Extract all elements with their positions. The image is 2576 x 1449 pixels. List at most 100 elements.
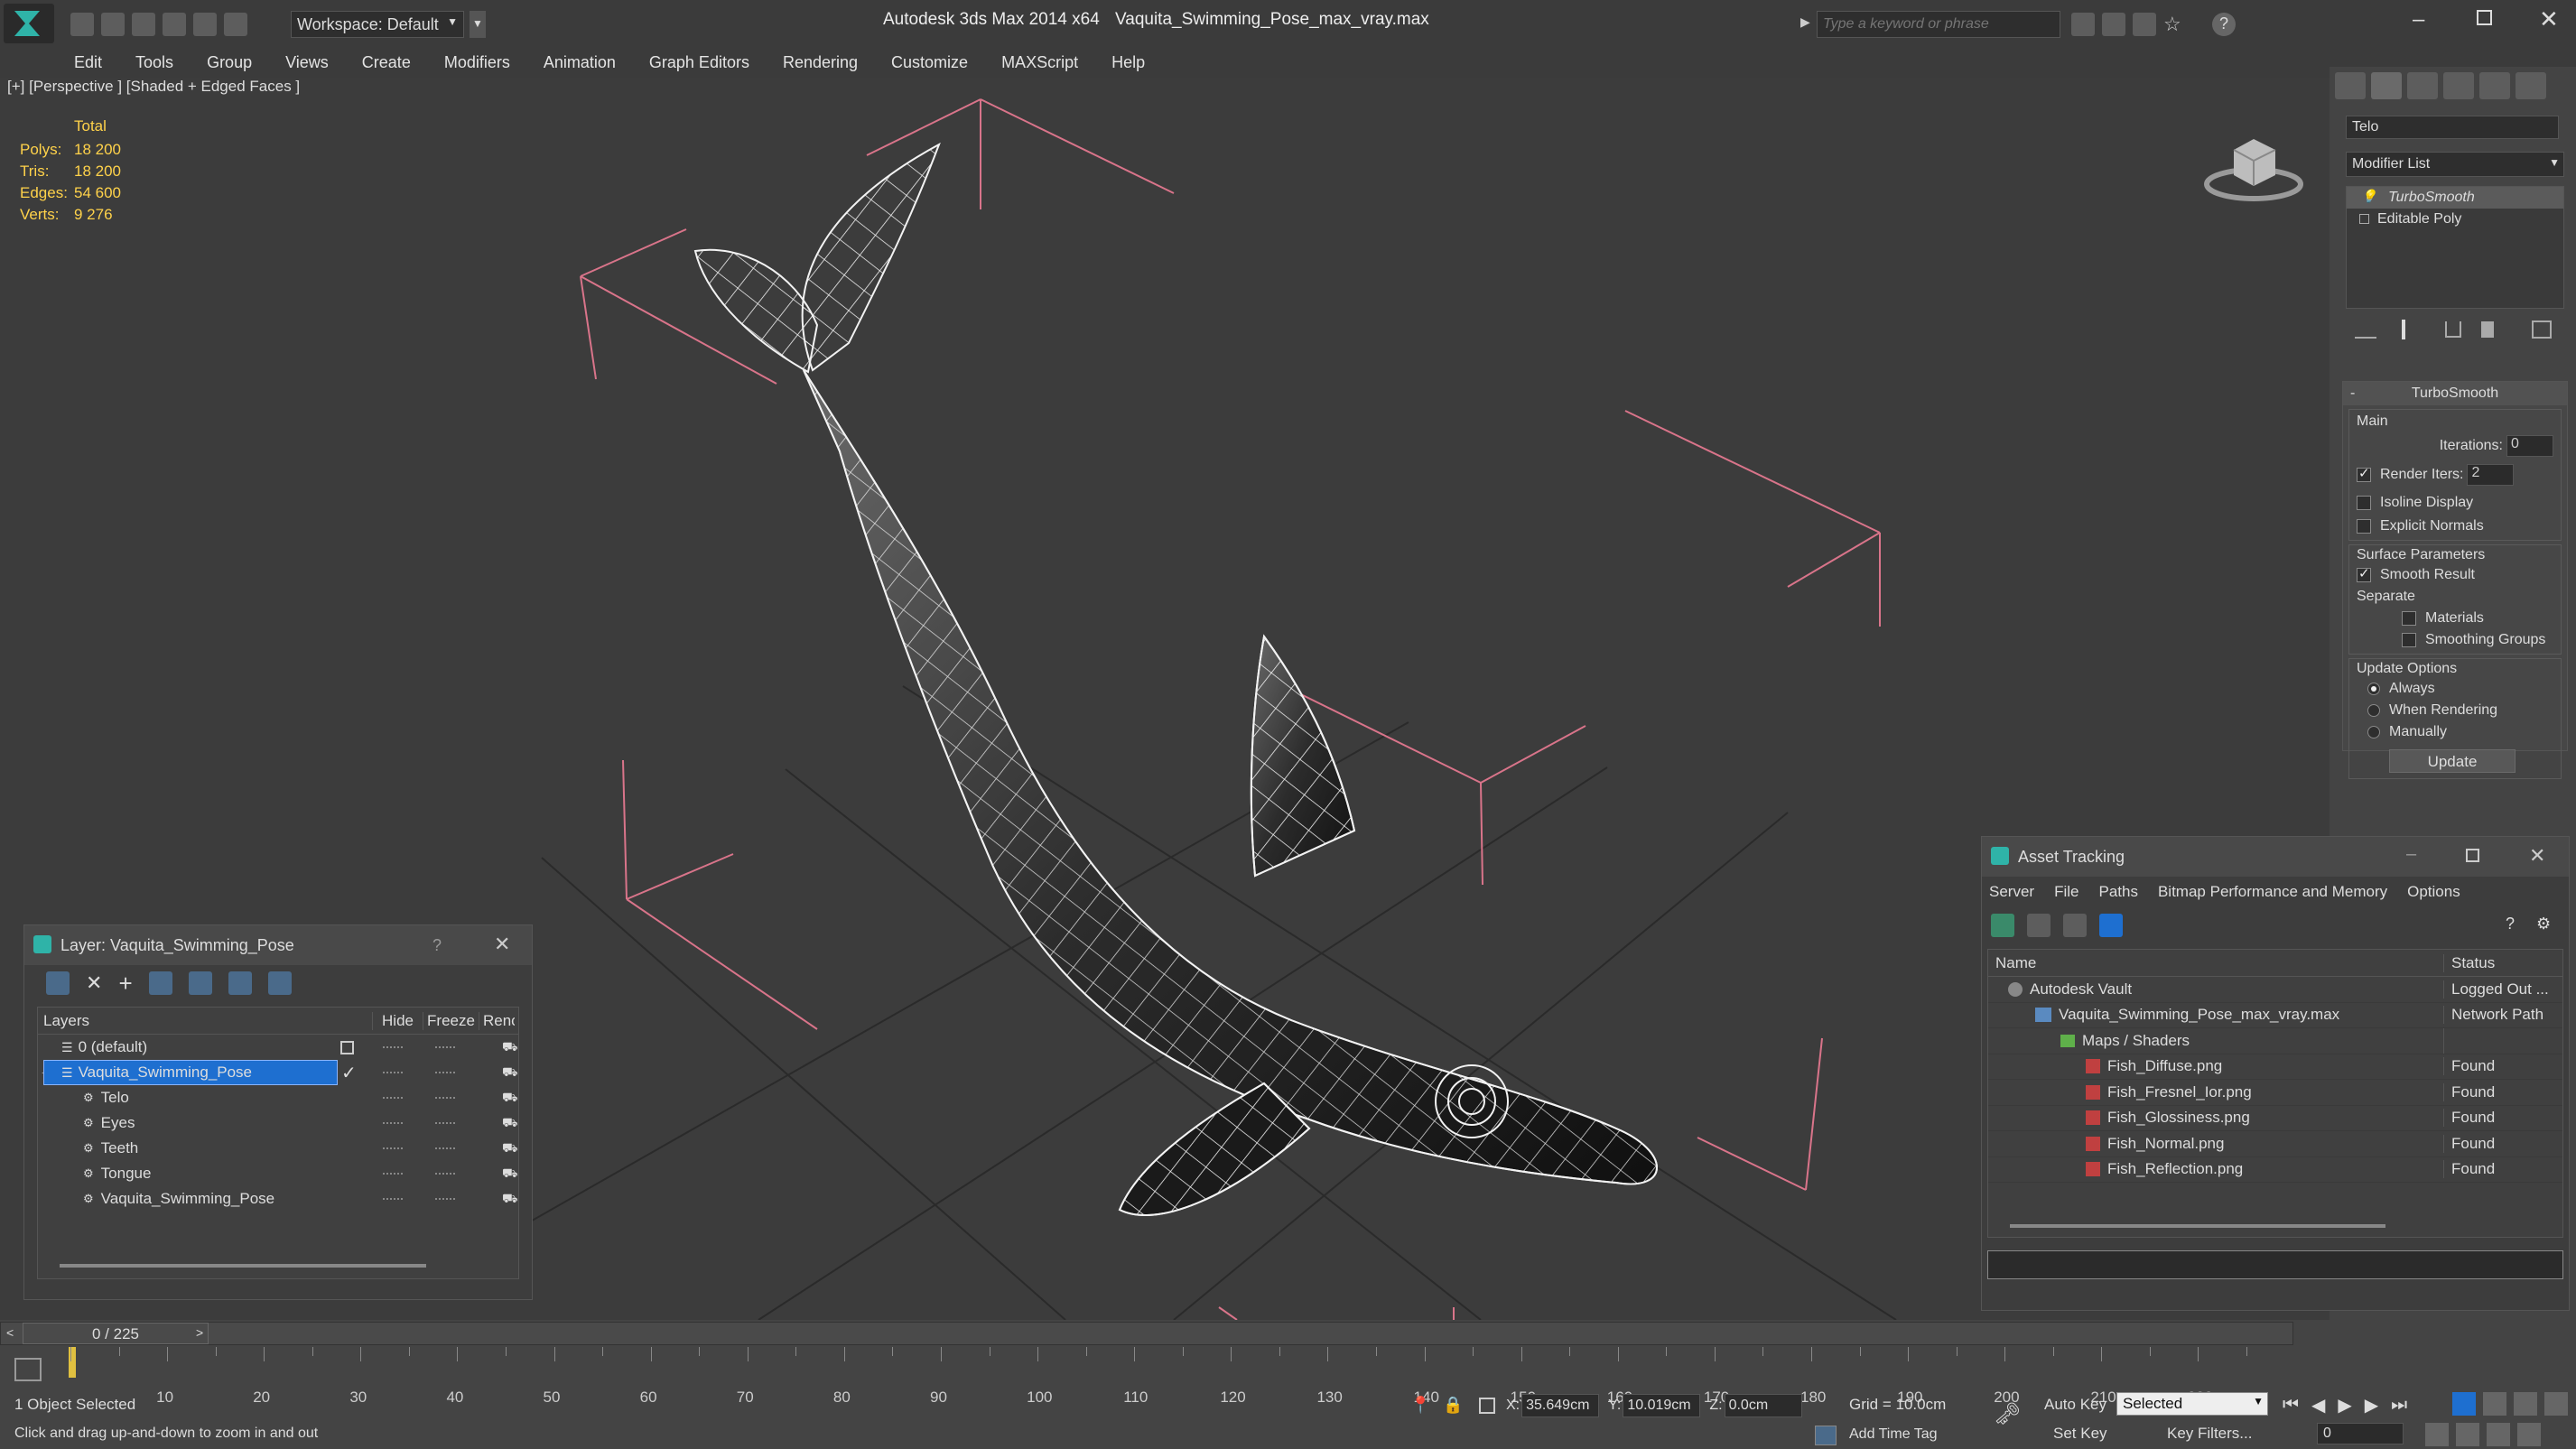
field-of-view-icon[interactable]	[2425, 1423, 2449, 1446]
selection-lock-icon[interactable]: 🔒	[1443, 1396, 1463, 1415]
menu-modifiers[interactable]: Modifiers	[444, 53, 510, 72]
set-key-button[interactable]: Set Key	[2053, 1425, 2107, 1443]
y-coord-field[interactable]: 10.019cm	[1623, 1394, 1701, 1417]
stack-item-editable-poly[interactable]: Editable Poly	[2347, 209, 2563, 230]
menu-customize[interactable]: Customize	[891, 53, 968, 72]
thumbnail-view-icon[interactable]	[2063, 914, 2087, 937]
horizontal-scrollbar[interactable]	[60, 1264, 426, 1268]
pin-stack-icon[interactable]	[2355, 320, 2376, 339]
render-icon[interactable]: ⛟	[502, 1191, 518, 1208]
horizontal-scrollbar[interactable]	[2010, 1224, 2385, 1228]
asset-row[interactable]: Autodesk Vault Logged Out ...	[1988, 977, 2562, 1003]
utilities-tab-icon[interactable]	[2516, 72, 2546, 99]
layer-row-selected[interactable]: − ☰ Vaquita_Swimming_Pose ✓ ⛟	[38, 1060, 518, 1085]
previous-key-icon[interactable]: ◀	[2311, 1394, 2325, 1416]
list-view-icon[interactable]	[2027, 914, 2051, 937]
workspace-dropdown[interactable]: Workspace: Default ▼	[291, 11, 464, 38]
redo-icon[interactable]	[193, 13, 217, 36]
asset-menu-options[interactable]: Options	[2407, 883, 2460, 901]
asset-menu-server[interactable]: Server	[1989, 883, 2034, 901]
asset-row[interactable]: Fish_Diffuse.png Found	[1988, 1054, 2562, 1080]
search-input[interactable]	[1817, 11, 2060, 38]
asset-tracking-title-bar[interactable]: Asset Tracking – ✕	[1982, 837, 2569, 877]
save-file-icon[interactable]	[132, 13, 155, 36]
zoom-extents-all-icon[interactable]	[2544, 1392, 2568, 1416]
active-layer-checkmark-icon[interactable]: ✓	[341, 1062, 357, 1084]
maximize-viewport-icon[interactable]	[2517, 1423, 2541, 1446]
header-hide[interactable]: Hide	[372, 1011, 423, 1030]
app-logo-icon[interactable]	[4, 4, 54, 43]
go-to-start-icon[interactable]: ⏮	[2283, 1395, 2299, 1416]
render-icon[interactable]: ⛟	[502, 1166, 518, 1183]
delete-layer-icon[interactable]: ✕	[86, 971, 102, 995]
create-layer-icon[interactable]	[46, 971, 70, 995]
transform-mode-icon[interactable]	[1479, 1398, 1495, 1414]
zoom-all-icon[interactable]	[2483, 1392, 2506, 1416]
asset-row[interactable]: Fish_Fresnel_Ior.png Found	[1988, 1080, 2562, 1106]
stack-item-turbosmooth[interactable]: 💡 TurboSmooth	[2347, 187, 2563, 209]
isoline-display-checkbox[interactable]	[2357, 496, 2371, 510]
header-layers[interactable]: Layers	[38, 1012, 372, 1030]
header-status[interactable]: Status	[2443, 953, 2495, 972]
mini-curve-editor-icon[interactable]	[14, 1358, 42, 1381]
favorites-star-icon[interactable]: ☆	[2163, 13, 2187, 36]
x-coord-field[interactable]: 35.649cm	[1521, 1394, 1600, 1417]
header-freeze[interactable]: Freeze	[423, 1011, 479, 1030]
search-arrow-icon[interactable]: ▶	[1800, 14, 1810, 30]
layer-row[interactable]: ☰ 0 (default) ⛟	[38, 1035, 518, 1060]
header-name[interactable]: Name	[1988, 954, 2443, 972]
asset-row[interactable]: Fish_Normal.png Found	[1988, 1131, 2562, 1157]
layer-dialog-help-button[interactable]: ?	[432, 936, 442, 955]
create-tab-icon[interactable]	[2335, 72, 2366, 99]
open-file-icon[interactable]	[101, 13, 125, 36]
render-iters-checkbox[interactable]	[2357, 465, 2371, 482]
menu-create[interactable]: Create	[362, 53, 411, 72]
menu-graph-editors[interactable]: Graph Editors	[649, 53, 749, 72]
menu-maxscript[interactable]: MAXScript	[1001, 53, 1078, 72]
layer-object-row[interactable]: ⚙ Eyes ⛟	[38, 1110, 518, 1136]
time-tag-icon[interactable]	[1815, 1426, 1837, 1445]
minimize-button[interactable]: –	[2413, 7, 2424, 33]
object-name-field[interactable]: Telo	[2346, 116, 2559, 139]
layer-dialog-title-bar[interactable]: Layer: Vaquita_Swimming_Pose ? ✕	[24, 925, 532, 965]
lightbulb-icon[interactable]: 💡	[2361, 189, 2376, 204]
menu-edit[interactable]: Edit	[74, 53, 102, 72]
maximize-button[interactable]	[2466, 849, 2479, 862]
materials-checkbox[interactable]	[2402, 611, 2416, 626]
manually-radio[interactable]	[2367, 726, 2380, 738]
auto-key-button[interactable]: Auto Key	[2044, 1396, 2106, 1414]
rollout-header[interactable]: - TurboSmooth	[2343, 382, 2567, 405]
motion-tab-icon[interactable]	[2443, 72, 2474, 99]
refresh-icon[interactable]	[1991, 914, 2014, 937]
asset-row[interactable]: Fish_Reflection.png Found	[1988, 1157, 2562, 1183]
add-to-layer-icon[interactable]: +	[118, 970, 132, 998]
next-key-icon[interactable]: ▶	[2365, 1394, 2378, 1416]
layer-object-row[interactable]: ⚙ Telo ⛟	[38, 1085, 518, 1110]
render-icon[interactable]: ⛟	[502, 1039, 518, 1056]
asset-menu-file[interactable]: File	[2054, 883, 2078, 901]
settings-icon[interactable]: ⚙	[2536, 915, 2551, 933]
set-key-icon[interactable]: 🗝	[1994, 1401, 2021, 1427]
zoom-extents-icon[interactable]	[2514, 1392, 2537, 1416]
display-tab-icon[interactable]	[2479, 72, 2510, 99]
layer-object-row[interactable]: ⚙ Teeth ⛟	[38, 1136, 518, 1161]
render-icon[interactable]: ⛟	[502, 1090, 518, 1107]
select-objects-icon[interactable]	[148, 971, 172, 995]
smoothing-groups-checkbox[interactable]	[2402, 633, 2416, 647]
menu-views[interactable]: Views	[285, 53, 329, 72]
minimize-button[interactable]: –	[2406, 844, 2416, 865]
menu-animation[interactable]: Animation	[544, 53, 616, 72]
always-radio[interactable]	[2367, 683, 2380, 695]
project-folder-icon[interactable]	[224, 13, 247, 36]
add-time-tag-label[interactable]: Add Time Tag	[1849, 1426, 1938, 1443]
layer-dialog-close-button[interactable]: ✕	[494, 933, 510, 956]
asset-menu-paths[interactable]: Paths	[2098, 883, 2137, 901]
render-icon[interactable]: ⛟	[502, 1140, 518, 1157]
orbit-icon[interactable]	[2487, 1423, 2510, 1446]
time-slider[interactable]: < 0 / 225 >	[0, 1322, 2293, 1345]
menu-help[interactable]: Help	[1111, 53, 1145, 72]
header-render[interactable]: Renc	[479, 1011, 515, 1030]
iterations-spinner[interactable]: 0	[2506, 435, 2553, 457]
show-end-result-icon[interactable]	[2402, 320, 2405, 339]
asset-row[interactable]: Fish_Glossiness.png Found	[1988, 1106, 2562, 1131]
